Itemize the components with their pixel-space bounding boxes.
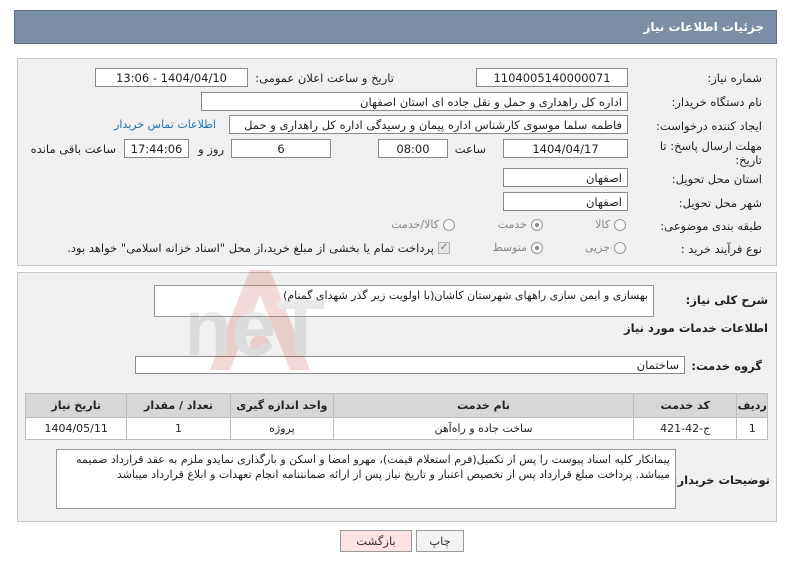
category-option-service-label: خدمت (497, 218, 527, 231)
process-type-label: نوع فرآیند خرید : (680, 242, 762, 256)
service-group-label: گروه خدمت: (691, 359, 762, 373)
table-row: 1 ج-42-421 ساخت جاده و راه‌آهن پروژه 1 1… (24, 417, 768, 440)
need-number-label: شماره نیاز: (707, 71, 762, 85)
buyer-org-field: اداره کل راهداری و حمل و نقل جاده ای است… (201, 92, 628, 111)
page-title: جزئیات اطلاعات نیاز (643, 20, 764, 34)
cell-need-date: 1404/05/11 (24, 417, 128, 440)
cell-service-name: ساخت جاده و راه‌آهن (333, 417, 635, 440)
page-header: جزئیات اطلاعات نیاز (14, 10, 777, 44)
deadline-time-field: 08:00 (378, 139, 448, 158)
delivery-city-field: اصفهان (503, 192, 628, 211)
category-label: طبقه بندی موضوعی: (660, 219, 762, 233)
buyer-notes-textarea[interactable]: پیمانکار کلیه اسناد پیوست را پس از تکمیل… (56, 449, 676, 509)
process-option-minor-label: جزیی (584, 241, 610, 254)
category-option-goods-service[interactable] (443, 219, 455, 231)
treasury-payment-note: پرداخت تمام یا بخشی از مبلغ خرید،از محل … (67, 241, 434, 255)
treasury-payment-checkbox[interactable]: ✓ (438, 242, 450, 254)
delivery-province-label: استان محل تحویل: (671, 172, 762, 186)
services-table-header: ردیف کد خدمت نام خدمت واحد اندازه گیری ت… (24, 393, 768, 418)
deadline-label: مهلت ارسال پاسخ: تا تاریخ: (659, 139, 762, 167)
services-panel: شرح کلی نیاز: بهسازی و ایمن سازی راههای … (17, 272, 777, 522)
services-table: ردیف کد خدمت نام خدمت واحد اندازه گیری ت… (24, 393, 768, 440)
col-service-name: نام خدمت (333, 393, 635, 418)
print-button[interactable]: چاپ (416, 530, 464, 552)
process-option-minor[interactable] (614, 242, 626, 254)
requester-label: ایجاد کننده درخواست: (656, 119, 762, 133)
delivery-city-label: شهر محل تحویل: (678, 196, 762, 210)
process-option-medium[interactable] (531, 242, 543, 254)
back-button[interactable]: بازگشت (340, 530, 412, 552)
category-option-goods[interactable] (614, 219, 626, 231)
col-unit: واحد اندازه گیری (229, 393, 335, 418)
category-option-goods-label: کالا (595, 218, 610, 231)
deadline-time-label: ساعت (454, 142, 486, 156)
service-group-field: ساختمان (135, 356, 685, 374)
cell-quantity: 1 (126, 417, 231, 440)
process-option-medium-label: متوسط (492, 241, 527, 254)
services-section-title: اطلاعات خدمات مورد نیاز (624, 321, 768, 335)
deadline-date-field: 1404/04/17 (503, 139, 628, 158)
cell-unit: پروژه (229, 417, 335, 440)
col-service-code: کد خدمت (633, 393, 738, 418)
cell-service-code: ج-42-421 (633, 417, 738, 440)
buyer-contact-link[interactable]: اطلاعات تماس خریدار (114, 118, 216, 131)
buyer-org-label: نام دستگاه خریدار: (671, 95, 762, 109)
cell-row: 1 (736, 417, 768, 440)
delivery-province-field: اصفهان (503, 168, 628, 187)
category-option-service[interactable] (531, 219, 543, 231)
col-quantity: تعداد / مقدار (126, 393, 231, 418)
col-need-date: تاریخ نیاز (24, 393, 128, 418)
need-info-panel: شماره نیاز: 1104005140000071 تاریخ و ساع… (17, 58, 777, 266)
days-remaining-field: 6 (231, 139, 331, 158)
days-label: روز و (198, 142, 224, 156)
announce-datetime-field: 1404/04/10 - 13:06 (95, 68, 248, 87)
remaining-label: ساعت باقی مانده (30, 142, 116, 156)
need-number-field: 1104005140000071 (476, 68, 628, 87)
col-row: ردیف (736, 393, 768, 418)
summary-textarea[interactable]: بهسازی و ایمن سازی راههای شهرستان کاشان(… (154, 285, 654, 317)
category-option-goods-service-label: کالا/خدمت (391, 218, 439, 231)
buyer-notes-label: توضیحات خریدار: (672, 473, 770, 487)
summary-label: شرح کلی نیاز: (685, 293, 768, 307)
announce-datetime-label: تاریخ و ساعت اعلان عمومی: (255, 71, 394, 85)
requester-field: فاطمه سلما موسوی کارشناس اداره پیمان و ر… (229, 115, 628, 134)
remaining-time-display: 17:44:06 (124, 139, 189, 158)
